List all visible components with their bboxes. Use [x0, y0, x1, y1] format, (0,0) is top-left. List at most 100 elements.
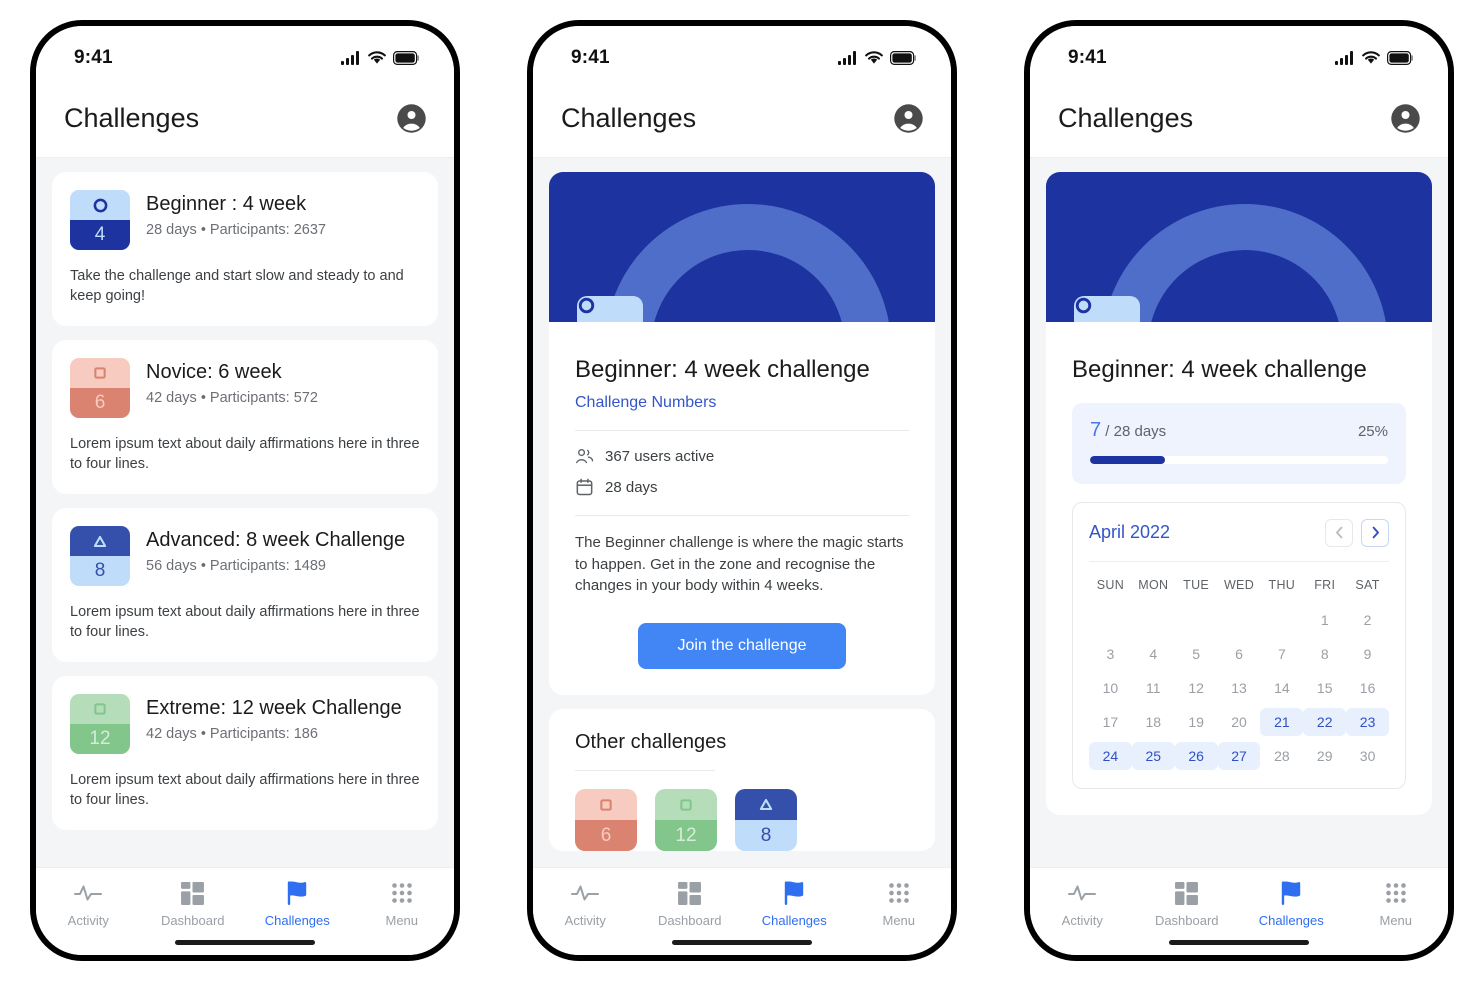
challenge-title: Beginner : 4 week	[146, 193, 307, 215]
nav-item-challenges[interactable]: Challenges	[742, 880, 847, 928]
nav-label: Dashboard	[1154, 913, 1219, 928]
calendar-day[interactable]: 18	[1132, 708, 1175, 736]
calendar-day[interactable]: 30	[1346, 742, 1389, 770]
challenge-badge[interactable]: 8	[735, 789, 797, 852]
challenge-meta: 42 days • Participants: 572	[146, 390, 318, 406]
chevron-right-icon[interactable]	[1361, 518, 1389, 547]
calendar-day[interactable]: 12	[1175, 674, 1218, 702]
progress-labels: 7 / 28 days 25%	[1090, 419, 1388, 442]
nav-label: Dashboard	[160, 913, 225, 928]
calendar-grid[interactable]: SUN MON TUE WED THU FRI SAT 1 2 3 4 5 6 7 8 9 10 11 12 13 14…	[1089, 572, 1389, 770]
calendar-day[interactable]: 1	[1303, 606, 1346, 634]
stat-duration: 28 days	[575, 478, 909, 497]
dots-grid-icon	[1384, 880, 1408, 906]
challenge-description: Take the challenge and start slow and st…	[70, 268, 404, 304]
status-bar-clock: 9:41	[74, 47, 113, 68]
calendar-day[interactable]: 29	[1303, 742, 1346, 770]
divider	[575, 514, 909, 516]
other-challenges-badges: 6 12 8	[575, 771, 909, 852]
challenge-badge[interactable]: 12	[655, 789, 717, 852]
nav-item-menu[interactable]: Menu	[1344, 880, 1449, 928]
nav-item-challenges[interactable]: Challenges	[245, 880, 350, 928]
calendar-day[interactable]: 8	[1303, 640, 1346, 668]
badge-number: 8	[70, 556, 130, 586]
challenge-card[interactable]: 8 Advanced: 8 week Challenge 56 days • P…	[52, 508, 438, 662]
calendar-day[interactable]: 2	[1346, 606, 1389, 634]
page-title: Challenges	[1058, 103, 1194, 133]
calendar-day-active[interactable]: 23	[1346, 707, 1389, 736]
calendar-day[interactable]: 14	[1260, 674, 1303, 702]
calendar-day[interactable]: 16	[1346, 674, 1389, 702]
progress-bar-fill	[1090, 455, 1165, 464]
calendar-day-blank	[1132, 606, 1175, 634]
nav-item-activity[interactable]: Activity	[1030, 880, 1135, 928]
nav-item-menu[interactable]: Menu	[847, 880, 952, 928]
nav-item-dashboard[interactable]: Dashboard	[141, 880, 246, 928]
challenge-title: Extreme: 12 week Challenge	[146, 697, 402, 719]
challenge-card[interactable]: 12 Extreme: 12 week Challenge 42 days • …	[52, 676, 438, 830]
join-challenge-button[interactable]: Join the challenge	[637, 623, 847, 670]
challenge-badge: 6	[70, 358, 130, 418]
calendar-day[interactable]: 28	[1260, 742, 1303, 770]
calendar-day[interactable]: 4	[1132, 640, 1175, 668]
chevron-left-icon[interactable]	[1325, 518, 1353, 547]
calendar-day-active[interactable]: 24	[1089, 741, 1132, 770]
dots-grid-icon	[390, 880, 414, 906]
nav-item-activity[interactable]: Activity	[533, 880, 638, 928]
calendar-day[interactable]: 19	[1175, 708, 1218, 736]
nav-item-dashboard[interactable]: Dashboard	[638, 880, 743, 928]
challenge-badge: 8	[70, 526, 130, 586]
calendar-day-active[interactable]: 21	[1260, 707, 1304, 736]
hero-banner: 4	[1046, 172, 1432, 322]
calendar-day[interactable]: 6	[1218, 640, 1261, 668]
nav-label: Dashboard	[657, 913, 722, 928]
challenge-badge[interactable]: 6	[575, 789, 637, 852]
calendar-day-blank	[1218, 606, 1261, 634]
phone-2-body[interactable]: 4 Beginner: 4 week challenge Challenge N…	[533, 158, 951, 867]
challenge-numbers-link[interactable]: Challenge Numbers	[575, 394, 716, 412]
phone-1-body[interactable]: 4 Beginner : 4 week 28 days • Participan…	[36, 158, 454, 867]
nav-label: Activity	[67, 913, 109, 928]
calendar-day[interactable]: 20	[1218, 708, 1261, 736]
calendar-day[interactable]: 10	[1089, 674, 1132, 702]
calendar-day[interactable]: 13	[1218, 674, 1261, 702]
challenge-card[interactable]: 6 Novice: 6 week 42 days • Participants:…	[52, 340, 438, 494]
hero-banner: 4	[549, 172, 935, 322]
nav-label: Menu	[882, 913, 916, 928]
calendar-day[interactable]: 9	[1346, 640, 1389, 668]
calendar-day[interactable]: 17	[1089, 708, 1132, 736]
challenge-description: Lorem ipsum text about daily affirmation…	[70, 772, 420, 808]
page-title: Challenges	[64, 103, 200, 133]
calendar-day-active[interactable]: 27	[1217, 741, 1261, 770]
nav-item-dashboard[interactable]: Dashboard	[1135, 880, 1240, 928]
battery-icon	[1387, 51, 1413, 65]
dots-grid-icon	[887, 880, 911, 906]
calendar-day-header: WED	[1223, 577, 1255, 592]
calendar-day-active[interactable]: 26	[1174, 741, 1218, 770]
calendar-day[interactable]: 15	[1303, 674, 1346, 702]
challenge-detail-card: 4 Beginner: 4 week challenge Challenge N…	[549, 172, 935, 696]
account-circle-icon[interactable]	[396, 103, 428, 135]
phone-2-screen: 9:41 Challenges Beginner: 4 week challen…	[533, 26, 951, 955]
challenge-title: Novice: 6 week	[146, 361, 282, 383]
calendar-day[interactable]: 5	[1175, 640, 1218, 668]
people-icon	[575, 447, 594, 466]
nav-item-activity[interactable]: Activity	[36, 880, 141, 928]
phone-3-body[interactable]: 4 Beginner: 4 week challenge 7 / 28 days	[1030, 158, 1448, 867]
calendar-day[interactable]: 7	[1260, 640, 1303, 668]
account-circle-icon[interactable]	[1390, 103, 1422, 135]
calendar-day[interactable]: 11	[1132, 674, 1175, 702]
account-circle-icon[interactable]	[893, 103, 925, 135]
calendar-day-active[interactable]: 22	[1303, 707, 1347, 736]
page-title: Challenges	[561, 103, 697, 133]
nav-item-challenges[interactable]: Challenges	[1239, 880, 1344, 928]
calendar-day[interactable]: 3	[1089, 640, 1132, 668]
stat-text: 367 users active	[605, 447, 715, 465]
challenge-card[interactable]: 4 Beginner : 4 week 28 days • Participan…	[52, 172, 438, 326]
badge-shape-square-icon	[575, 789, 637, 821]
calendar-day-active[interactable]: 25	[1131, 741, 1175, 770]
challenge-card-head: 8 Advanced: 8 week Challenge 56 days • P…	[70, 526, 420, 586]
challenge-card-titles: Extreme: 12 week Challenge 42 days • Par…	[146, 694, 402, 742]
activity-pulse-icon	[570, 880, 600, 906]
nav-item-menu[interactable]: Menu	[350, 880, 455, 928]
